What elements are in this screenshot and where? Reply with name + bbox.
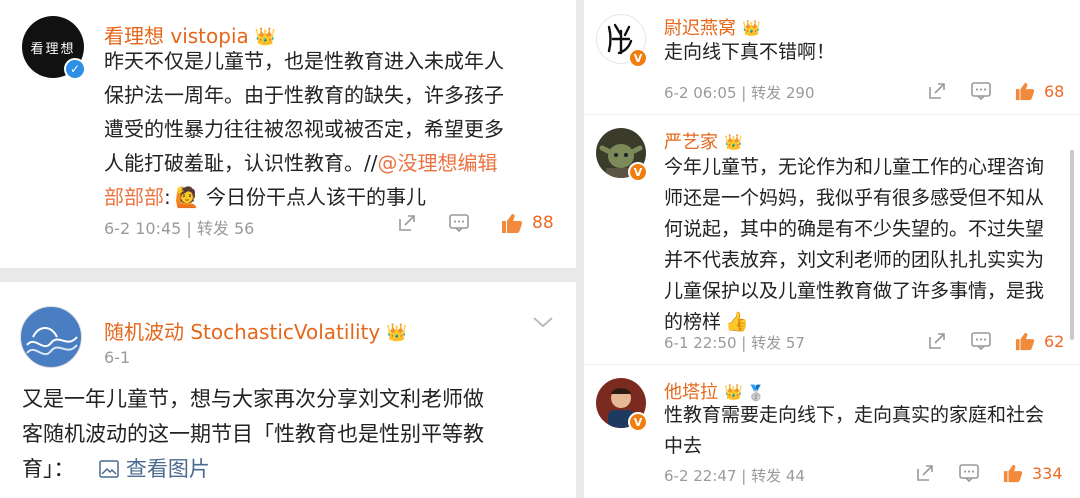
thumbs-up-emoji-icon: 👍 [725,311,749,333]
like-button[interactable]: 334 [1002,463,1063,483]
crown-badge-icon: 👑 [742,19,761,37]
comment-meta: 6-1 22:50 | 转发 57 [664,334,805,352]
comment-meta: 6-2 06:05 | 转发 290 [664,84,815,102]
comment-text: 性教育需要走向线下，走向真实的家庭和社会 中去 [664,404,1045,457]
like-button[interactable]: 62 [1014,331,1064,351]
comment-icon[interactable] [970,80,992,102]
chevron-down-icon[interactable] [532,314,554,333]
post-meta: 6-2 10:45 | 转发 56 [104,219,255,238]
comment-actions: 334 [914,462,1063,484]
post-card-vistopia: 看理想 ✓ 看理想 vistopia 👑 昨天不仅是儿童节，也是性教育进入未成年人… [0,0,576,268]
mention-link-cont[interactable]: 部部部 [104,185,164,209]
thumbs-up-emoji-icon: 🙋 [174,185,200,209]
like-icon [1015,332,1035,351]
comments-panel: V 尉迟燕窝 👑 走向线下真不错啊！ 6-2 06:05 | 转发 290 68 … [584,0,1080,498]
comment-icon[interactable] [970,330,992,352]
comment-text: 今年儿童节，无论作为和儿童工作的心理咨询 师还是一个妈妈，我似乎有很多感受但不知… [664,156,1045,333]
commenter-name[interactable]: 严艺家 👑 [664,128,743,154]
avatar-logo-text: 看理想 [30,41,76,57]
image-icon [99,460,119,478]
verified-badge-icon: ✓ [64,58,86,80]
share-icon[interactable] [396,212,418,234]
post-card-stochastic: 随机波动 StochasticVolatility 👑 6-1 又是一年儿童节，想… [0,282,576,498]
like-icon [1003,464,1023,483]
divider [584,364,1080,365]
post-text: 昨天不仅是儿童节，也是性教育进入未成年人 保护法一周年。由于性教育的缺失，许多孩… [104,49,504,209]
comment-icon[interactable] [448,212,470,234]
share-icon[interactable] [926,80,948,102]
share-icon[interactable] [914,462,936,484]
share-icon[interactable] [926,330,948,352]
verified-badge-icon: V [628,412,648,432]
like-icon [1015,82,1035,101]
mention-link[interactable]: @没理想编辑 [377,151,497,175]
post-date: 6-1 [104,348,131,367]
crown-badge-icon: 👑 [386,323,408,343]
comment-icon[interactable] [958,462,980,484]
view-images-link[interactable]: 查看图片 [99,457,210,481]
comment-meta: 6-2 22:47 | 转发 44 [664,467,805,485]
crown-badge-icon: 👑 [724,383,743,401]
like-button[interactable]: 68 [1014,81,1064,101]
comment-actions: 62 [926,330,1064,352]
like-button[interactable]: 88 [500,212,554,234]
verified-badge-icon: V [628,162,648,182]
author-name[interactable]: 随机波动 StochasticVolatility 👑 [104,316,407,345]
post-actions: 88 [396,212,554,234]
verified-badge-icon: V [628,48,648,68]
crown-badge-icon: 👑 [724,133,743,151]
comment-text: 走向线下真不错啊！ [664,41,836,63]
post-text: 又是一年儿童节，想与大家再次分享刘文利老师做 客随机波动的这一期节目「性教育也是… [22,387,484,481]
like-icon [502,214,523,233]
comment-actions: 68 [926,80,1064,102]
scrollbar[interactable] [1070,150,1074,340]
divider [584,114,1080,115]
avatar[interactable] [20,306,82,368]
